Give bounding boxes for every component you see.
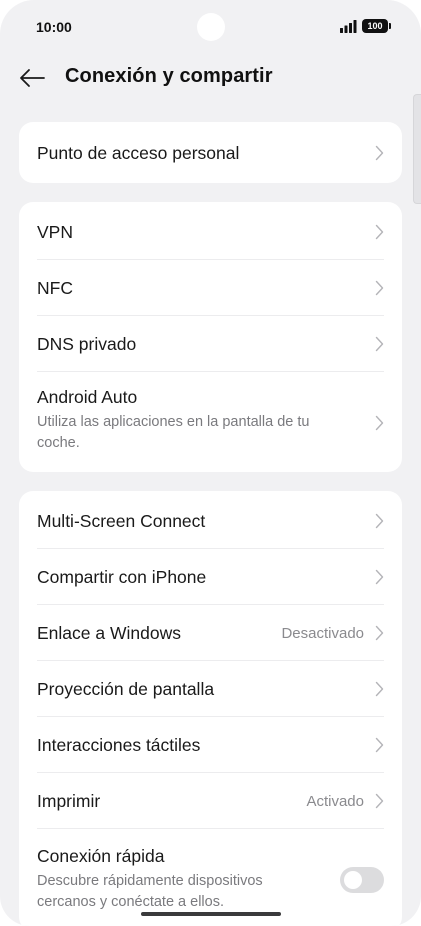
page-title: Conexión y compartir [65, 65, 273, 87]
conexion-rapida-toggle[interactable] [340, 867, 384, 893]
battery-icon: 100 [362, 19, 391, 33]
back-arrow-icon [20, 69, 45, 87]
chevron-right-icon [375, 569, 384, 585]
list-item-interacciones-tactiles[interactable]: Interacciones táctiles [19, 717, 402, 773]
chevron-right-icon [375, 681, 384, 697]
home-indicator[interactable] [141, 912, 281, 916]
list-item-enlace-a-windows[interactable]: Enlace a Windows Desactivado [19, 605, 402, 661]
chevron-right-icon [375, 737, 384, 753]
back-button[interactable] [16, 62, 48, 94]
row-label: Compartir con iPhone [37, 567, 207, 587]
settings-group-hotspot: Punto de acceso personal [19, 122, 402, 183]
row-label: Android Auto [37, 387, 138, 407]
row-label: DNS privado [37, 334, 137, 354]
row-subtitle: Descubre rápidamente dispositivos cercan… [37, 873, 263, 910]
app-header: Conexión y compartir [0, 56, 421, 100]
chevron-right-icon [375, 224, 384, 240]
list-item-proyeccion-de-pantalla[interactable]: Proyección de pantalla [19, 661, 402, 717]
list-item-punto-de-acceso[interactable]: Punto de acceso personal [19, 122, 402, 183]
settings-group-network: VPN NFC DNS privado Android Auto Utiliza… [19, 202, 402, 472]
toggle-knob [344, 871, 362, 889]
row-subtitle: Utiliza las aplicaciones en la pantalla … [37, 414, 310, 451]
row-status-value: Activado [306, 793, 364, 810]
chevron-right-icon [375, 280, 384, 296]
list-item-vpn[interactable]: VPN [19, 202, 402, 260]
list-item-nfc[interactable]: NFC [19, 260, 402, 316]
chevron-right-icon [375, 625, 384, 641]
chevron-right-icon [375, 145, 384, 161]
phone-screen: 10:00 100 Conexión y compartir Punto de … [0, 0, 421, 926]
row-status-value: Desactivado [281, 625, 364, 642]
row-label: Punto de acceso personal [37, 143, 240, 163]
list-item-imprimir[interactable]: Imprimir Activado [19, 773, 402, 829]
status-bar: 10:00 100 [0, 0, 421, 56]
row-label: Proyección de pantalla [37, 679, 215, 699]
row-label: Enlace a Windows [37, 623, 181, 643]
chevron-right-icon [375, 336, 384, 352]
row-label: VPN [37, 222, 73, 242]
list-item-android-auto[interactable]: Android Auto Utiliza las aplicaciones en… [19, 372, 402, 472]
chevron-right-icon [375, 793, 384, 809]
row-label: Interacciones táctiles [37, 735, 201, 755]
scrollbar-thumb[interactable] [413, 94, 421, 204]
status-time: 10:00 [36, 19, 72, 35]
row-label: Multi-Screen Connect [37, 511, 206, 531]
signal-icon [340, 20, 357, 33]
list-item-multi-screen-connect[interactable]: Multi-Screen Connect [19, 491, 402, 549]
chevron-right-icon [375, 513, 384, 529]
settings-group-devices: Multi-Screen Connect Compartir con iPhon… [19, 491, 402, 926]
row-label: Imprimir [37, 791, 101, 811]
row-label: Conexión rápida [37, 846, 165, 866]
chevron-right-icon [375, 415, 384, 431]
row-label: NFC [37, 278, 73, 298]
list-item-compartir-con-iphone[interactable]: Compartir con iPhone [19, 549, 402, 605]
list-item-dns-privado[interactable]: DNS privado [19, 316, 402, 372]
camera-cutout [197, 13, 225, 41]
